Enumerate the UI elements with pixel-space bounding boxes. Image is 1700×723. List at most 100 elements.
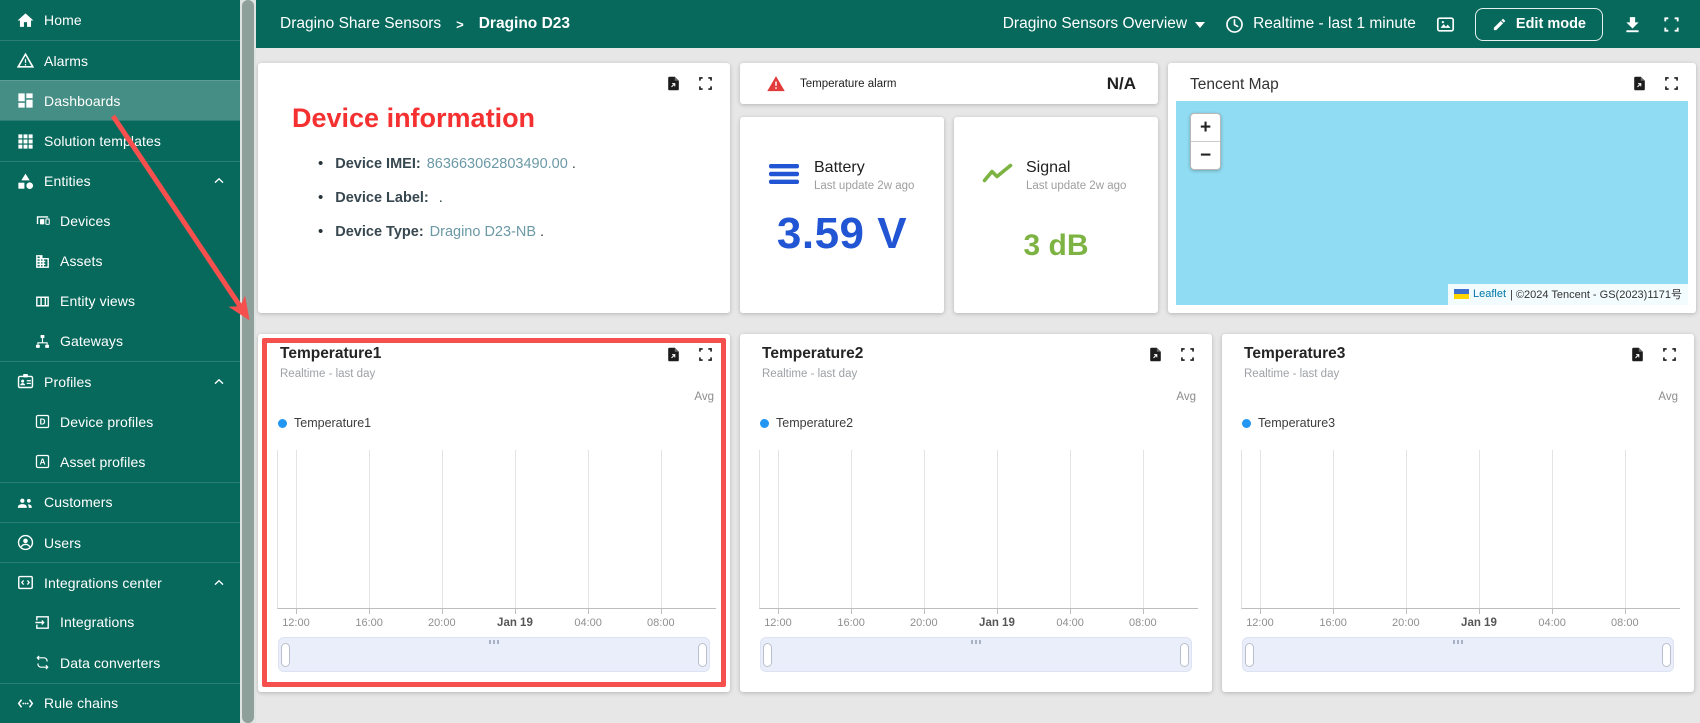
- customers-icon: [16, 493, 35, 512]
- device-profiles-icon: D: [34, 413, 51, 430]
- sidebar-item-users[interactable]: Users: [0, 522, 240, 562]
- leaflet-link[interactable]: Leaflet: [1473, 288, 1506, 300]
- axis-tick: [777, 608, 779, 614]
- sidebar-item-integrations[interactable]: Integrations: [0, 602, 240, 642]
- range-handle-right[interactable]: [1662, 642, 1671, 667]
- breadcrumb: Dragino Share Sensors > Dragino D23: [280, 15, 570, 33]
- expand-widget-icon[interactable]: [697, 346, 714, 363]
- expand-widget-icon[interactable]: [1661, 346, 1678, 363]
- sidebar-item-label: Devices: [60, 212, 111, 229]
- expand-widget-icon[interactable]: [1663, 75, 1680, 92]
- top-toolbar: Dragino Share Sensors > Dragino D23 Drag…: [256, 0, 1700, 48]
- sidebar-item-entities[interactable]: Entities: [0, 160, 240, 201]
- chart-legend[interactable]: Temperature1: [278, 416, 371, 430]
- sidebar-item-devices[interactable]: Devices: [0, 201, 240, 241]
- gridline: [295, 450, 297, 608]
- chart-legend[interactable]: Temperature3: [1242, 416, 1335, 430]
- sidebar-item-label: Rule chains: [44, 695, 119, 712]
- edit-mode-button[interactable]: Edit mode: [1474, 7, 1603, 41]
- axis-tick: [514, 608, 516, 614]
- sidebar-item-home[interactable]: Home: [0, 0, 240, 40]
- dashboard-state-select[interactable]: Dragino Sensors Overview: [1003, 15, 1206, 33]
- aggregation-label: Avg: [1176, 391, 1196, 403]
- sidebar-item-alarms[interactable]: Alarms: [0, 40, 240, 80]
- chart-plot-area[interactable]: 12:00 16:00 20:00 Jan 19 04:00 08:00: [277, 450, 716, 629]
- export-widget-icon[interactable]: [665, 346, 682, 363]
- pencil-icon: [1492, 17, 1507, 32]
- rule-chains-icon: [16, 694, 35, 713]
- range-grip-icon[interactable]: [1453, 640, 1463, 644]
- sidebar-scrollbar[interactable]: [240, 0, 256, 723]
- range-handle-left[interactable]: [281, 642, 290, 667]
- sidebar-item-solution-templates[interactable]: Solution templates: [0, 120, 240, 160]
- expand-widget-icon[interactable]: [697, 75, 714, 92]
- sidebar-item-label: Data converters: [60, 654, 161, 671]
- edit-mode-label: Edit mode: [1515, 16, 1586, 32]
- range-handle-left[interactable]: [1245, 642, 1254, 667]
- sidebar-item-entity-views[interactable]: Entity views: [0, 281, 240, 321]
- timewindow-button[interactable]: Realtime - last 1 minute: [1224, 14, 1416, 35]
- alarm-label: Temperature alarm: [800, 77, 897, 90]
- axis-tick: [851, 608, 853, 614]
- legend-dot-icon: [1242, 418, 1251, 428]
- device-info-value: Dragino D23-NB: [429, 224, 537, 240]
- sidebar-item-label: Device profiles: [60, 413, 154, 430]
- range-handle-right[interactable]: [698, 642, 707, 667]
- axis-tick-label: 04:00: [574, 617, 602, 629]
- dashboards-icon: [16, 91, 35, 110]
- sidebar-item-data-converters[interactable]: Data converters: [0, 643, 240, 683]
- device-info-suffix: .: [438, 190, 443, 206]
- time-range-scrollbar[interactable]: [278, 637, 710, 672]
- temperature-chart-card-1: Temperature1 Realtime - last day Avg Tem…: [258, 334, 730, 692]
- fullscreen-icon[interactable]: [1662, 15, 1681, 34]
- chart-plot-area[interactable]: 12:00 16:00 20:00 Jan 19 04:00 08:00: [759, 450, 1198, 629]
- dashboard-image-icon[interactable]: [1435, 14, 1456, 35]
- solution-templates-icon: [16, 132, 35, 151]
- range-handle-right[interactable]: [1180, 642, 1189, 667]
- range-grip-icon[interactable]: [489, 640, 499, 644]
- sidebar-item-customers[interactable]: Customers: [0, 481, 240, 522]
- sidebar-item-integrations-center[interactable]: Integrations center: [0, 562, 240, 602]
- gridline: [1552, 450, 1554, 608]
- sidebar-item-device-profiles[interactable]: D Device profiles: [0, 402, 240, 442]
- sidebar-item-gateways[interactable]: Gateways: [0, 321, 240, 361]
- export-widget-icon[interactable]: [1629, 346, 1646, 363]
- chevron-up-icon[interactable]: [211, 374, 227, 390]
- map-canvas[interactable]: + − Leaflet | ©2024 Tencent - GS(2023)11…: [1176, 101, 1688, 305]
- map-zoom-out-button[interactable]: −: [1191, 141, 1220, 169]
- chart-plot-area[interactable]: 12:00 16:00 20:00 Jan 19 04:00 08:00: [1241, 450, 1680, 629]
- sidebar-item-rule-chains[interactable]: Rule chains: [0, 682, 240, 723]
- dashboard-page: Home Alarms Dashboards Solution templates En…: [0, 0, 1700, 723]
- chart-title: Temperature2: [762, 345, 864, 362]
- gridline: [1259, 450, 1261, 608]
- chevron-up-icon[interactable]: [211, 575, 227, 591]
- range-grip-icon[interactable]: [971, 640, 981, 644]
- sidebar-item-dashboards[interactable]: Dashboards: [0, 80, 240, 121]
- export-widget-icon[interactable]: [665, 75, 682, 92]
- range-handle-left[interactable]: [763, 642, 772, 667]
- sidebar-scrollbar-thumb[interactable]: [242, 0, 254, 723]
- sidebar-item-label: Entity views: [60, 293, 136, 310]
- device-info-label: Device IMEI:: [335, 156, 421, 172]
- axis-tick: [1259, 608, 1261, 614]
- sidebar-item-assets[interactable]: Assets: [0, 241, 240, 281]
- axis-tick: [441, 608, 443, 614]
- chevron-up-icon[interactable]: [211, 173, 227, 189]
- axis-tick: [1333, 608, 1335, 614]
- sidebar-item-asset-profiles[interactable]: A Asset profiles: [0, 442, 240, 482]
- time-range-scrollbar[interactable]: [760, 637, 1192, 672]
- sidebar-item-label: Customers: [44, 494, 113, 511]
- legend-label: Temperature2: [776, 416, 854, 430]
- export-widget-icon[interactable]: [1631, 75, 1648, 92]
- sidebar-item-profiles[interactable]: Profiles: [0, 361, 240, 401]
- time-range-scrollbar[interactable]: [1242, 637, 1674, 672]
- axis-tick-label: 16:00: [355, 617, 383, 629]
- map-zoom-in-button[interactable]: +: [1191, 114, 1220, 141]
- gridline: [777, 450, 779, 608]
- download-icon[interactable]: [1622, 14, 1643, 35]
- chart-legend[interactable]: Temperature2: [760, 416, 853, 430]
- expand-widget-icon[interactable]: [1179, 346, 1196, 363]
- breadcrumb-parent[interactable]: Dragino Share Sensors: [280, 15, 441, 33]
- export-widget-icon[interactable]: [1147, 346, 1164, 363]
- gridline: [441, 450, 443, 608]
